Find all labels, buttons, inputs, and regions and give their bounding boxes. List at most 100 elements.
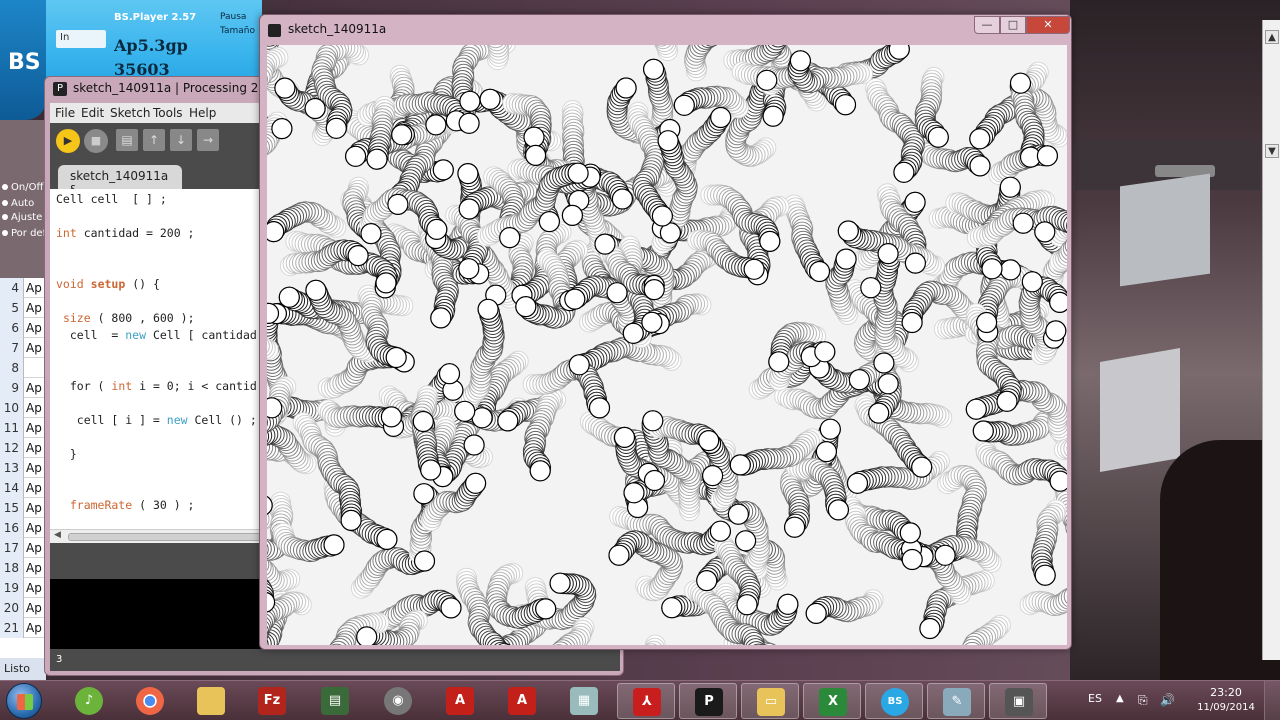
sheet-row[interactable]: 4 Ap — [0, 278, 46, 298]
taskbar-monitor[interactable]: ▤ — [306, 683, 364, 719]
network-icon[interactable]: ⎘ — [1138, 693, 1148, 708]
bs-player-title: BS.Player 2.57 — [114, 12, 197, 23]
row-cell[interactable]: Ap — [26, 338, 42, 358]
row-cell[interactable]: Ap — [26, 458, 42, 478]
run-icon[interactable]: ▶ — [56, 129, 80, 153]
sheet-row[interactable]: 19 Ap — [0, 578, 46, 598]
close-icon[interactable]: ✕ — [1026, 16, 1070, 34]
sheet-row[interactable]: 17 Ap — [0, 538, 46, 558]
export-icon[interactable]: → — [197, 129, 219, 151]
stop-icon[interactable]: ■ — [84, 129, 108, 153]
row-cell[interactable]: Ap — [26, 478, 42, 498]
menu-edit[interactable]: Edit — [81, 106, 104, 120]
bs-player-window: BS In BS.Player 2.57 Ap5.3gp 35603 Pausa… — [0, 0, 262, 120]
row-cell[interactable]: Ap — [26, 518, 42, 538]
row-cell[interactable]: Ap — [26, 438, 42, 458]
taskbar-folders[interactable]: ▭ — [741, 683, 799, 719]
sheet-row[interactable]: 16 Ap — [0, 518, 46, 538]
sheet-row[interactable]: 6 Ap — [0, 318, 46, 338]
row-cell[interactable]: Ap — [26, 378, 42, 398]
row-number: 9 — [0, 378, 24, 398]
option-ajuste[interactable]: Ajuste — [2, 212, 42, 223]
taskbar-acrobat[interactable]: ⅄ — [617, 683, 675, 719]
menu-sketch[interactable]: Sketch — [110, 106, 150, 120]
row-cell[interactable]: Ap — [26, 418, 42, 438]
sheet-row[interactable]: 13 Ap — [0, 458, 46, 478]
sketch-canvas[interactable] — [267, 45, 1067, 645]
new-icon[interactable]: ▤ — [116, 129, 138, 151]
volume-icon[interactable]: 🔊 — [1160, 693, 1175, 707]
row-cell[interactable]: Ap — [26, 298, 42, 318]
sheet-row[interactable]: 18 Ap — [0, 558, 46, 578]
save-icon[interactable]: ↓ — [170, 129, 192, 151]
clock-date[interactable]: 11/09/2014 — [1192, 702, 1260, 713]
menu-help[interactable]: Help — [189, 106, 216, 120]
tray-expand-icon[interactable]: ▲ — [1116, 693, 1124, 704]
video-side-scrollbar[interactable]: ▲ ▼ — [1262, 20, 1280, 660]
sheet-row[interactable]: 12 Ap — [0, 438, 46, 458]
tab-sketch[interactable]: sketch_140911a § — [58, 165, 182, 197]
cell-circle — [642, 410, 664, 432]
language-indicator[interactable]: ES — [1088, 692, 1102, 705]
row-cell[interactable]: Ap — [26, 578, 42, 598]
cell-circle — [756, 69, 778, 91]
option-auto[interactable]: Auto — [2, 198, 34, 209]
sheet-row[interactable]: 21 Ap — [0, 618, 46, 638]
bs-pause-button[interactable]: Pausa — [220, 12, 246, 22]
sheet-row[interactable]: 9 Ap — [0, 378, 46, 398]
option-por-def[interactable]: Por def — [2, 228, 46, 239]
cell-circle — [657, 130, 679, 152]
scroll-down-icon[interactable]: ▼ — [1265, 144, 1279, 158]
taskbar-autocad-1[interactable]: A — [431, 683, 489, 719]
row-cell[interactable]: Ap — [26, 498, 42, 518]
open-icon[interactable]: ↑ — [143, 129, 165, 151]
sheet-row[interactable]: 14 Ap — [0, 478, 46, 498]
sheet-row[interactable]: 10 Ap — [0, 398, 46, 418]
taskbar-photo[interactable]: ▣ — [989, 683, 1047, 719]
taskbar-explorer-user[interactable] — [182, 683, 240, 719]
taskbar-bsplayer[interactable]: BS — [865, 683, 923, 719]
spreadsheet-rows: 4 Ap 5 Ap 6 Ap 7 Ap 8 9 Ap 10 Ap 11 Ap 12 Ap 13 Ap 14 Ap 15 Ap… — [0, 278, 46, 658]
row-cell[interactable]: Ap — [26, 618, 42, 638]
taskbar-chrome[interactable] — [121, 683, 179, 719]
cell-circle — [465, 472, 487, 494]
row-cell[interactable]: Ap — [26, 558, 42, 578]
row-cell[interactable]: Ap — [26, 538, 42, 558]
scroll-up-icon[interactable]: ▲ — [1265, 30, 1279, 44]
row-cell[interactable]: Ap — [26, 318, 42, 338]
row-cell[interactable]: Ap — [26, 278, 42, 298]
taskbar-calculator[interactable]: ▦ — [555, 683, 613, 719]
code-line: cell [ i ] = new Cell () ; — [56, 413, 257, 427]
taskbar-excel[interactable]: X — [803, 683, 861, 719]
taskbar-paint[interactable]: ✎ — [927, 683, 985, 719]
minimize-icon[interactable]: — — [974, 16, 1000, 34]
cell-circle — [768, 351, 790, 373]
sheet-row[interactable]: 11 Ap — [0, 418, 46, 438]
circle-trails-drawing — [267, 45, 1067, 645]
row-cell[interactable]: Ap — [26, 398, 42, 418]
sheet-row[interactable]: 15 Ap — [0, 498, 46, 518]
taskbar-processing[interactable]: P — [679, 683, 737, 719]
menu-file[interactable]: File — [55, 106, 75, 120]
show-desktop-button[interactable] — [1264, 681, 1280, 720]
sheet-row[interactable]: 7 Ap — [0, 338, 46, 358]
maximize-icon[interactable]: □ — [1000, 16, 1026, 34]
scroll-left-icon[interactable]: ◀ — [54, 530, 61, 540]
option-onoff[interactable]: On/Off — [2, 182, 43, 193]
sheet-row[interactable]: 8 — [0, 358, 46, 378]
bs-input-field[interactable]: In — [56, 30, 106, 48]
row-number: 5 — [0, 298, 24, 318]
scroll-thumb[interactable] — [68, 533, 288, 541]
row-cell[interactable]: Ap — [26, 598, 42, 618]
cell-circle — [458, 198, 480, 220]
sheet-row[interactable]: 5 Ap — [0, 298, 46, 318]
clock-time[interactable]: 23:20 — [1206, 686, 1246, 699]
taskbar-autocad-2[interactable]: A — [493, 683, 551, 719]
taskbar-app-green[interactable]: ♪ — [60, 683, 118, 719]
sheet-row[interactable]: 20 Ap — [0, 598, 46, 618]
taskbar-media[interactable]: ◉ — [369, 683, 427, 719]
menu-tools[interactable]: Tools — [153, 106, 183, 120]
start-button[interactable] — [6, 683, 42, 719]
bs-size-button[interactable]: Tamaño — [220, 26, 255, 36]
taskbar-filezilla[interactable]: Fz — [243, 683, 301, 719]
